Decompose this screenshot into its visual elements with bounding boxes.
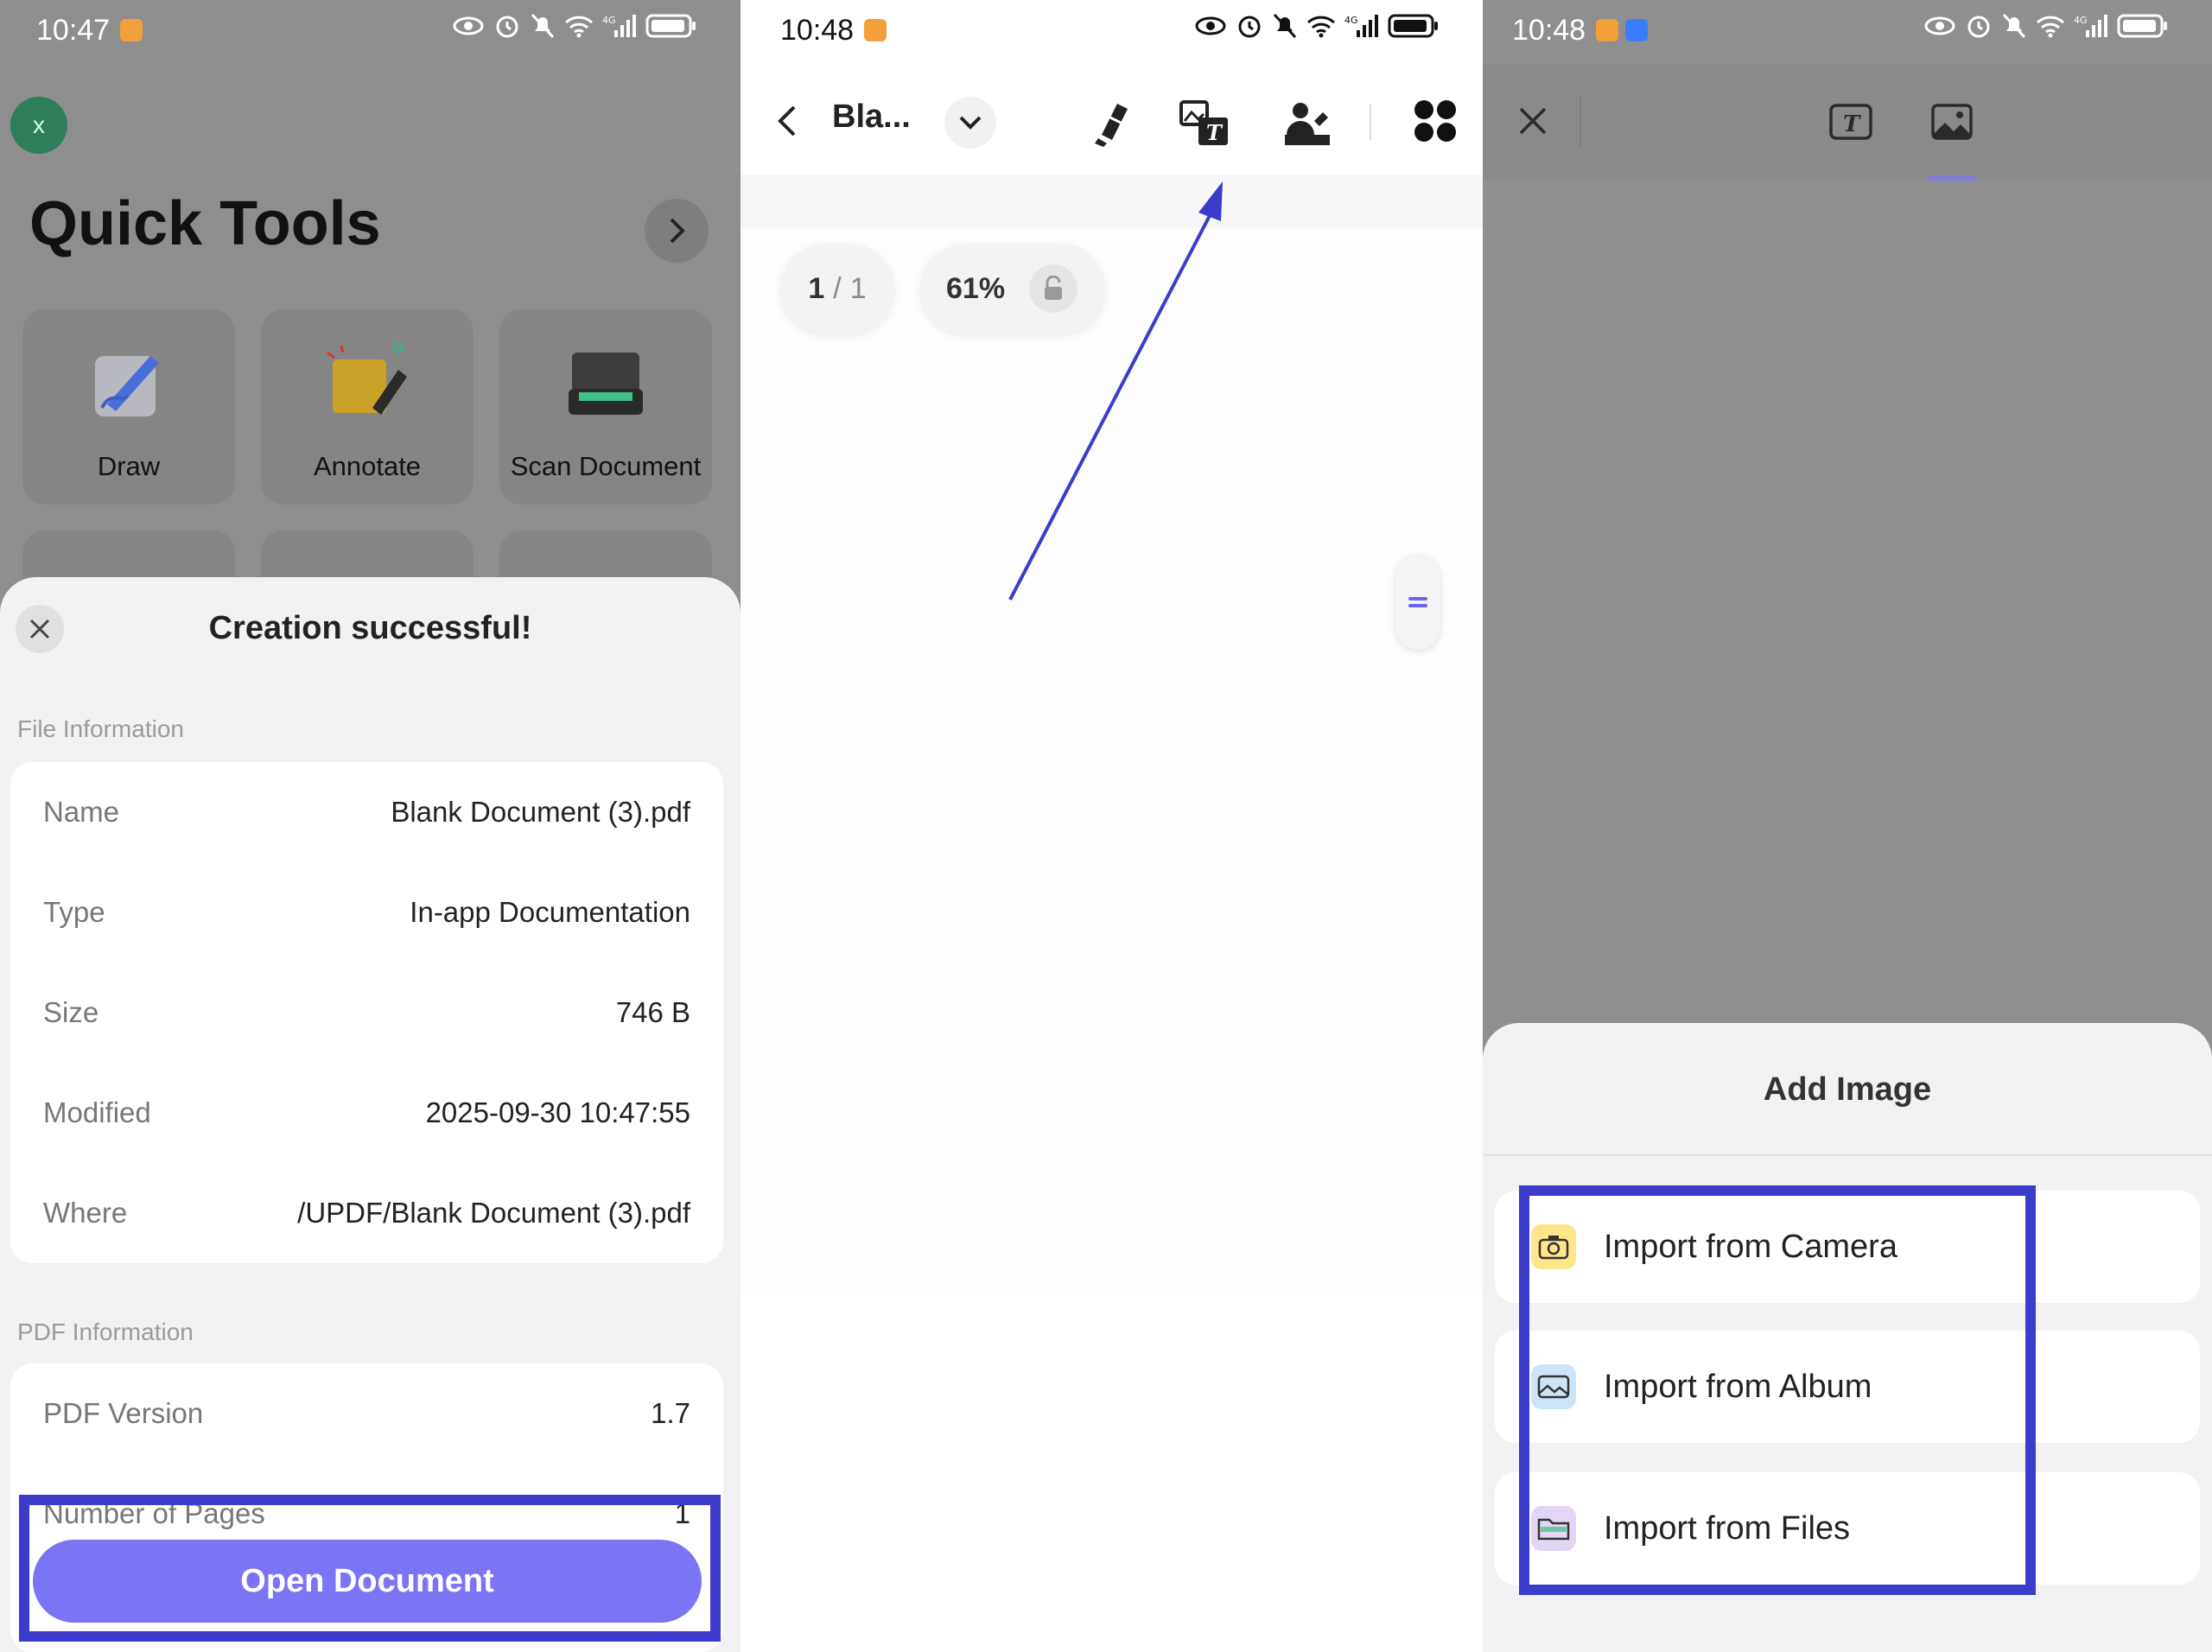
wifi-icon — [2036, 16, 2065, 38]
highlight-box — [19, 1495, 721, 1642]
status-time: 10:48 — [1512, 13, 1586, 47]
close-fab-button[interactable]: x — [10, 97, 67, 154]
toolbar-separator — [1580, 95, 1581, 149]
highlight-box — [1519, 1185, 2036, 1595]
draw-pen-icon — [95, 356, 159, 416]
tool-scan-document[interactable]: Scan Document — [499, 309, 712, 505]
info-key: Where — [43, 1197, 128, 1229]
sheet-divider — [1483, 1154, 2212, 1156]
text-tool-icon[interactable]: T — [1828, 102, 1873, 142]
app-notification-icon — [1625, 19, 1649, 41]
svg-text:T: T — [1843, 111, 1861, 137]
app-notification-icon — [1596, 19, 1619, 41]
status-bar: 10:48 4G — [1483, 0, 2212, 60]
sheet-title: Creation successful! — [208, 610, 532, 646]
wifi-icon — [564, 16, 594, 38]
info-key: PDF Version — [43, 1397, 204, 1429]
file-information-label: File Information — [17, 715, 184, 742]
tool-label: Scan Document — [510, 451, 702, 481]
battery-icon — [645, 14, 696, 38]
close-icon[interactable] — [1517, 105, 1548, 137]
mute-icon — [531, 13, 555, 39]
eye-icon — [453, 16, 484, 35]
app-notification-icon — [120, 19, 143, 41]
info-key: Name — [43, 796, 120, 828]
info-row-type: Type In-app Documentation — [10, 862, 723, 963]
info-key: Size — [43, 996, 99, 1028]
battery-icon — [2117, 14, 2167, 38]
panel-add-image: 10:48 4G T Add Image Import from Camera — [1483, 0, 2212, 1652]
status-bar: 10:47 4G — [0, 0, 741, 60]
info-row-size: Size 746 B — [10, 963, 723, 1063]
fab-label: x — [33, 111, 45, 138]
creation-success-sheet: Creation successful! File Information Na… — [0, 577, 741, 1652]
mute-icon — [2002, 13, 2026, 39]
info-value: /UPDF/Blank Document (3).pdf — [297, 1197, 690, 1229]
info-value: 2025-09-30 10:47:55 — [425, 1096, 690, 1128]
signal-icon: 4G — [602, 15, 636, 37]
eye-icon — [1924, 16, 1955, 35]
alarm-icon — [496, 16, 518, 38]
scanner-icon — [569, 353, 643, 415]
info-row-pdf-version: PDF Version 1.7 — [10, 1363, 723, 1464]
image-tool-icon[interactable] — [1930, 102, 1974, 142]
info-key: Type — [43, 896, 105, 928]
file-information-card: Name Blank Document (3).pdf Type In-app Do… — [10, 762, 723, 1263]
empty-area — [741, 1294, 1483, 1652]
chevron-right-icon — [670, 218, 685, 244]
tool-annotate[interactable]: Annotate — [261, 309, 474, 505]
signal-icon: 4G — [2074, 15, 2107, 37]
annotate-note-icon — [327, 341, 407, 415]
tool-label: Annotate — [313, 451, 422, 481]
sheet-title: Add Image — [1763, 1071, 1932, 1108]
status-icons: 4G — [1923, 12, 2169, 40]
info-row-name: Name Blank Document (3).pdf — [10, 762, 723, 862]
panel-document-editor: 10:48 4G Bla... T 1/1 61% — [741, 0, 1483, 1652]
info-row-where: Where/UPDF/Blank Document (3).pdf — [10, 1163, 723, 1263]
info-value: 1.7 — [651, 1397, 690, 1429]
info-value: Blank Document (3).pdf — [391, 796, 690, 828]
status-icons: 4G — [452, 12, 697, 40]
pdf-information-label: PDF Information — [17, 1318, 194, 1345]
svg-text:4G: 4G — [602, 15, 616, 26]
panel-quick-tools: 10:47 4G x Quick Tools Draw Annotate Sca… — [0, 0, 741, 1652]
info-row-modified: Modified 2025-09-30 10:47:55 — [10, 1063, 723, 1163]
info-value: In-app Documentation — [410, 896, 690, 928]
quick-tools-title: Quick Tools — [29, 189, 381, 258]
status-time: 10:47 — [36, 13, 111, 47]
info-key: Modified — [43, 1096, 151, 1128]
image-mode-toolbar: T — [1483, 64, 2212, 181]
tool-draw[interactable]: Draw — [22, 309, 235, 505]
alarm-icon — [1967, 16, 1990, 38]
info-value: 746 B — [615, 996, 690, 1028]
pointer-arrow — [1008, 181, 1223, 600]
quick-tools-next-button[interactable] — [645, 199, 709, 263]
svg-text:4G: 4G — [2074, 15, 2088, 26]
active-tab-indicator — [1927, 176, 1977, 181]
tool-label: Draw — [97, 451, 161, 481]
